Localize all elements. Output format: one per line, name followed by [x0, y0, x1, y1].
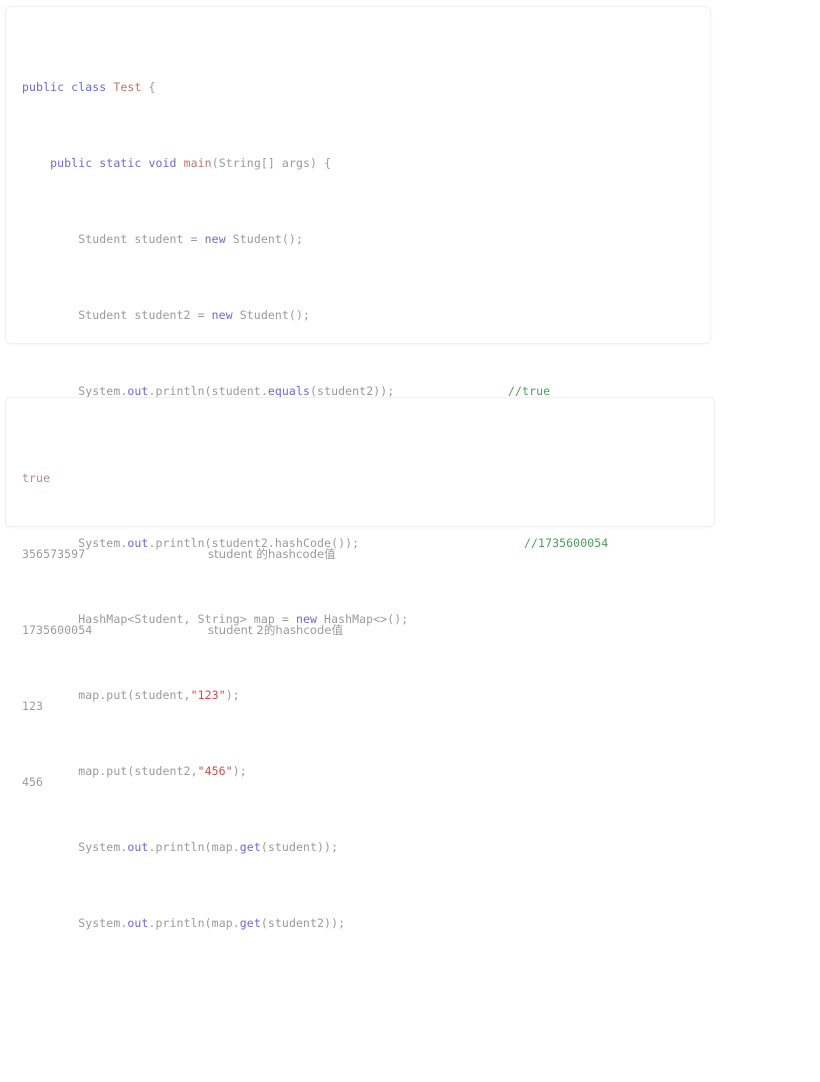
output-value: 1735600054: [22, 623, 93, 637]
output-line-2: 356573597 student 的hashcode值: [22, 545, 708, 564]
output-line-4: 123: [22, 697, 708, 716]
output-line-3: 1735600054 student 2的hashcode值: [22, 621, 708, 640]
output-value: 456: [22, 775, 44, 789]
token-plain: .println(student.: [148, 384, 268, 398]
output-line-5: 456: [22, 773, 708, 792]
token-plain: System.: [78, 384, 128, 398]
program-output-panel: true 356573597 student 的hashcode值 1735600…: [5, 397, 715, 789]
console-content[interactable]: true 356573597 student 的hashcode值 1735600…: [22, 412, 708, 849]
token-plain: Student student =: [78, 232, 205, 246]
token-keyword: public class: [22, 80, 107, 94]
token-plain: {: [141, 80, 156, 94]
output-annotation: student 2的hashcode值: [208, 623, 344, 637]
token-method: get: [239, 916, 261, 930]
code-line-3: Student student = new Student();: [22, 230, 704, 249]
output-value: 356573597: [22, 547, 86, 561]
token-plain: (student2));: [310, 384, 395, 398]
output-value: true: [22, 471, 51, 485]
code-line-1: public class Test {: [22, 78, 704, 97]
token-plain: Student();: [232, 308, 310, 322]
token-plain: (student2));: [260, 916, 346, 930]
code-line-12: System.out.println(map.get(student2));: [22, 914, 704, 933]
code-line-4: Student student2 = new Student();: [22, 306, 704, 325]
token-plain: System.: [78, 916, 128, 930]
code-line-13-blank: [22, 990, 704, 1009]
token-plain: Student student2 =: [78, 308, 212, 322]
code-line-2: public static void main(String[] args) {: [22, 154, 704, 173]
java-code-panel: public class Test { public static void m…: [5, 6, 711, 930]
output-annotation: student 的hashcode值: [208, 547, 336, 561]
output-line-1: true: [22, 469, 708, 488]
output-value: 123: [22, 699, 44, 713]
token-method: equals: [267, 384, 311, 398]
token-plain: Student();: [225, 232, 303, 246]
token-method: out: [127, 384, 149, 398]
token-plain: (String[] args) {: [211, 156, 332, 170]
token-keyword: new: [211, 308, 233, 322]
token-type: Test: [113, 80, 142, 94]
token-keyword: public static void: [50, 156, 177, 170]
code-line-13b-blank: [22, 1047, 704, 1066]
token-keyword: new: [204, 232, 226, 246]
token-method: out: [127, 916, 149, 930]
token-type: main: [183, 156, 212, 170]
token-plain: .println(map.: [148, 916, 240, 930]
